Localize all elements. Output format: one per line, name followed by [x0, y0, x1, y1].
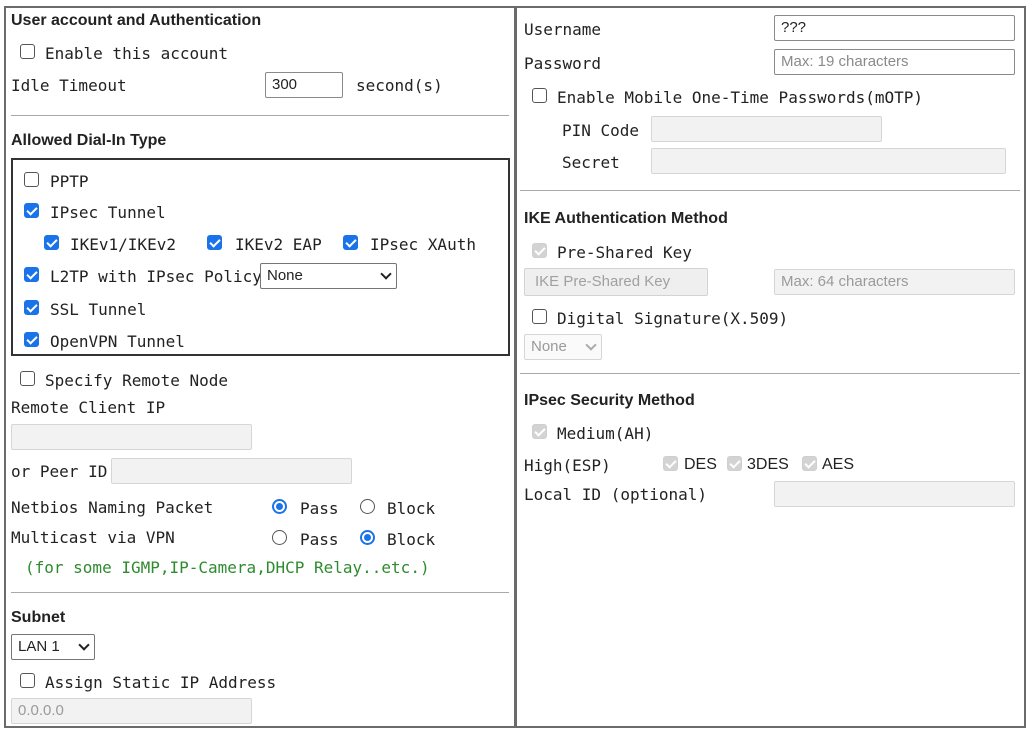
- column-divider: [514, 6, 517, 728]
- multicast-pass-label: Pass: [300, 530, 339, 549]
- password-input[interactable]: Max: 19 characters: [774, 49, 1015, 75]
- ipsec-xauth-checkbox[interactable]: [343, 235, 358, 250]
- assign-static-checkbox[interactable]: [20, 673, 35, 688]
- chevron-down-icon: [585, 339, 597, 351]
- section-divider: [520, 373, 1020, 374]
- dialin-section-title: Allowed Dial-In Type: [11, 132, 167, 149]
- high-esp-label: High(ESP): [524, 456, 611, 475]
- secret-label: Secret: [562, 153, 620, 172]
- ipsec-section-title: IPsec Security Method: [524, 392, 695, 409]
- ikev2-eap-checkbox[interactable]: [207, 235, 222, 250]
- ssl-tunnel-label: SSL Tunnel: [50, 300, 147, 319]
- digital-signature-checkbox[interactable]: [532, 309, 547, 324]
- section-divider: [11, 592, 509, 593]
- username-label: Username: [524, 20, 602, 39]
- peer-id-label: or Peer ID: [11, 462, 108, 481]
- local-id-label: Local ID (optional): [524, 485, 708, 504]
- specify-remote-label: Specify Remote Node: [45, 371, 229, 390]
- local-id-input[interactable]: [774, 481, 1015, 507]
- multicast-block-radio[interactable]: [360, 530, 375, 545]
- ipsec-tunnel-checkbox[interactable]: [24, 203, 39, 218]
- netbios-block-label: Block: [387, 499, 436, 518]
- pin-code-input[interactable]: [651, 116, 882, 142]
- multicast-label: Multicast via VPN: [11, 528, 175, 547]
- chevron-down-icon: [78, 639, 90, 651]
- ikev2-eap-label: IKEv2 EAP: [235, 235, 322, 254]
- secret-input[interactable]: [651, 148, 1006, 174]
- pptp-label: PPTP: [50, 172, 89, 191]
- l2tp-label: L2TP with IPsec Policy: [50, 267, 262, 286]
- ike-psk-button[interactable]: IKE Pre-Shared Key: [524, 268, 708, 296]
- subnet-value: LAN 1: [18, 638, 60, 655]
- digital-signature-value: None: [531, 338, 567, 355]
- idle-timeout-unit: second(s): [356, 76, 443, 95]
- netbios-block-radio[interactable]: [360, 499, 375, 514]
- motp-checkbox[interactable]: [532, 88, 547, 103]
- psk-label: Pre-Shared Key: [557, 243, 692, 262]
- ike-section-title: IKE Authentication Method: [524, 210, 728, 227]
- chevron-down-icon: [380, 268, 392, 280]
- enable-account-checkbox[interactable]: [20, 44, 35, 59]
- multicast-pass-radio[interactable]: [272, 530, 287, 545]
- password-label: Password: [524, 54, 602, 73]
- enable-account-label: Enable this account: [45, 44, 229, 63]
- peer-id-input[interactable]: [111, 458, 352, 484]
- remote-client-ip-label: Remote Client IP: [11, 398, 166, 417]
- aes-checkbox[interactable]: [802, 456, 817, 471]
- l2tp-policy-select[interactable]: None: [260, 263, 397, 289]
- motp-label: Enable Mobile One-Time Passwords(mOTP): [557, 88, 924, 107]
- openvpn-tunnel-checkbox[interactable]: [24, 332, 39, 347]
- digital-signature-label: Digital Signature(X.509): [557, 309, 789, 328]
- username-input[interactable]: ???: [774, 15, 1015, 41]
- medium-ah-label: Medium(AH): [557, 424, 654, 443]
- aes-label: AES: [822, 456, 855, 473]
- 3des-label: 3DES: [747, 456, 789, 473]
- subnet-section-title: Subnet: [11, 609, 66, 626]
- ssl-tunnel-checkbox[interactable]: [24, 300, 39, 315]
- psk-input[interactable]: Max: 64 characters: [774, 269, 1015, 295]
- psk-checkbox[interactable]: [532, 243, 547, 258]
- openvpn-tunnel-label: OpenVPN Tunnel: [50, 332, 185, 351]
- ikev1-label: IKEv1/IKEv2: [70, 235, 176, 254]
- idle-timeout-label: Idle Timeout: [11, 76, 127, 95]
- remote-client-ip-input[interactable]: [11, 424, 252, 450]
- netbios-pass-radio[interactable]: [272, 499, 287, 514]
- specify-remote-checkbox[interactable]: [20, 371, 35, 386]
- l2tp-checkbox[interactable]: [24, 267, 39, 282]
- ipsec-xauth-label: IPsec XAuth: [370, 235, 476, 254]
- static-ip-input[interactable]: 0.0.0.0: [11, 698, 252, 724]
- netbios-label: Netbios Naming Packet: [11, 498, 214, 517]
- multicast-block-label: Block: [387, 530, 436, 549]
- subnet-select[interactable]: LAN 1: [11, 634, 95, 660]
- des-checkbox[interactable]: [663, 456, 678, 471]
- multicast-note: (for some IGMP,IP-Camera,DHCP Relay..etc…: [25, 558, 430, 577]
- 3des-checkbox[interactable]: [727, 456, 742, 471]
- ipsec-tunnel-label: IPsec Tunnel: [50, 203, 166, 222]
- ikev1-checkbox[interactable]: [44, 235, 59, 250]
- auth-section-title: User account and Authentication: [11, 12, 262, 29]
- digital-signature-select[interactable]: None: [524, 334, 602, 360]
- section-divider: [520, 190, 1020, 191]
- pptp-checkbox[interactable]: [24, 172, 39, 187]
- des-label: DES: [684, 456, 717, 473]
- medium-ah-checkbox[interactable]: [532, 424, 547, 439]
- l2tp-policy-value: None: [267, 267, 303, 284]
- pin-code-label: PIN Code: [562, 121, 640, 140]
- assign-static-label: Assign Static IP Address: [45, 673, 277, 692]
- idle-timeout-input[interactable]: 300: [265, 72, 343, 98]
- section-divider: [11, 115, 509, 116]
- netbios-pass-label: Pass: [300, 499, 339, 518]
